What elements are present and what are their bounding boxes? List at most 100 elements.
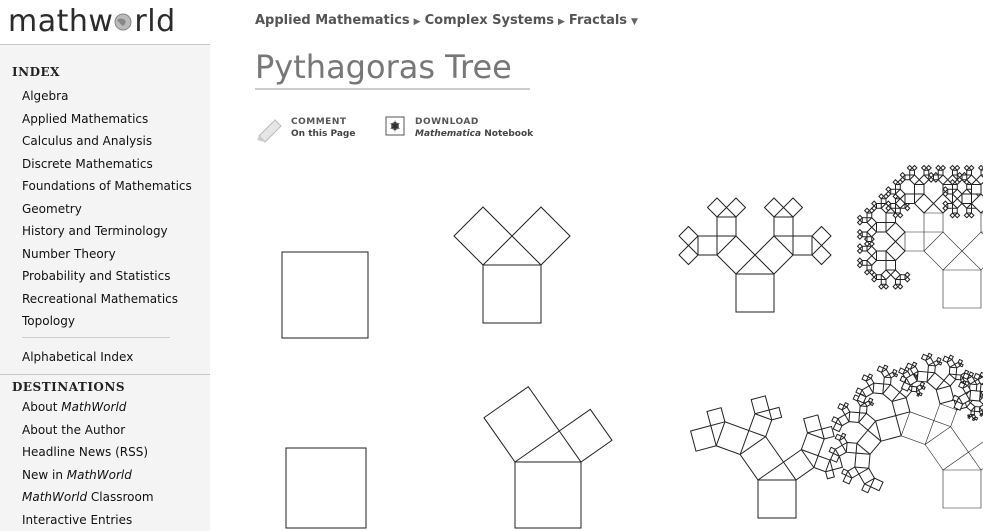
tree-square (858, 220, 863, 225)
tree-square (912, 362, 916, 366)
tree-square (849, 412, 860, 423)
tree-square (867, 237, 872, 242)
tree-square (862, 484, 871, 493)
tree-square (924, 213, 943, 232)
tree-square (727, 198, 746, 217)
tree-square (858, 215, 863, 220)
tree-square (884, 377, 891, 384)
tree-square (949, 367, 956, 374)
tree-square (865, 208, 870, 213)
tree-square (879, 284, 884, 289)
tree-square (900, 173, 905, 178)
tree-square (872, 277, 877, 282)
tree-square (912, 166, 917, 171)
tree-square (924, 170, 929, 175)
tree-square (707, 408, 725, 426)
tree-square (858, 234, 863, 239)
tree-square (826, 470, 835, 479)
tree-square (938, 175, 948, 185)
tree-square (862, 232, 867, 237)
tree-square (950, 166, 955, 171)
tree-square (862, 246, 867, 251)
tree-square (972, 185, 982, 195)
pythagoras-tree-r2-c1 (286, 448, 366, 528)
tree-square (784, 198, 803, 217)
tree-square (949, 355, 953, 359)
tree-square (801, 433, 824, 456)
tree-square (905, 175, 910, 180)
tree-square (948, 189, 953, 194)
tree-square (867, 265, 872, 270)
tree-square (758, 480, 796, 518)
tree-square (936, 166, 941, 171)
tree-square (972, 194, 983, 213)
tree-square (856, 388, 862, 394)
tree-square (877, 251, 887, 261)
tree-square (910, 170, 915, 175)
tree-square (867, 213, 872, 218)
tree-square (955, 166, 960, 171)
tree-square (969, 440, 983, 470)
pythagoras-tree-r1-c1 (282, 252, 368, 338)
tree-square (975, 407, 980, 412)
tree-square (717, 217, 736, 236)
main-content: Applied Mathematics▶Complex Systems▶Frac… (255, 0, 983, 530)
tree-square (884, 284, 889, 289)
tree-square (858, 244, 863, 249)
tree-square (879, 194, 884, 199)
tree-square (716, 422, 749, 455)
pythagoras-tree-figures (0, 0, 983, 530)
tree-square (934, 175, 939, 180)
tree-square (868, 398, 872, 402)
tree-square (454, 207, 512, 265)
tree-square (812, 227, 831, 246)
tree-square (917, 371, 928, 382)
tree-square (979, 166, 983, 171)
tree-square (922, 166, 927, 171)
tree-square (877, 204, 882, 209)
pythagoras-tree-r1-c2 (454, 207, 570, 323)
tree-square (969, 166, 974, 171)
tree-square (910, 175, 920, 185)
tree-square (871, 478, 883, 491)
tree-square (953, 208, 958, 213)
tree-square (937, 358, 941, 362)
tree-square (886, 223, 905, 242)
tree-square (740, 437, 783, 480)
tree-square (858, 249, 863, 254)
tree-square (886, 242, 905, 261)
tree-square (860, 406, 867, 413)
tree-square (841, 433, 845, 437)
tree-square (915, 185, 925, 195)
tree-square (944, 374, 956, 386)
tree-square (915, 194, 934, 213)
tree-square (891, 270, 901, 280)
tree-square (708, 198, 727, 217)
tree-square (512, 207, 570, 265)
tree-square (881, 199, 886, 204)
pythagoras-tree-r2-c2 (484, 387, 612, 528)
tree-square (862, 218, 867, 223)
tree-square (953, 170, 958, 175)
tree-square (939, 362, 942, 365)
tree-square (858, 263, 863, 268)
tree-square (877, 223, 887, 233)
tree-square (924, 232, 962, 270)
pythagoras-tree-r1-c3 (679, 198, 831, 312)
tree-square (872, 201, 877, 206)
tree-square (928, 353, 932, 357)
tree-square (844, 403, 848, 407)
pythagoras-tree-r1-c4 (858, 166, 983, 309)
tree-square (962, 232, 983, 270)
tree-square (886, 187, 891, 192)
tree-square (898, 284, 903, 289)
pythagoras-tree-r2-c3 (691, 396, 843, 518)
tree-square (965, 381, 969, 385)
tree-square (901, 412, 934, 445)
tree-square (857, 430, 881, 454)
tree-square (926, 166, 931, 171)
tree-square (943, 270, 981, 308)
tree-square (950, 213, 955, 218)
tree-square (980, 414, 982, 416)
tree-square (893, 284, 898, 289)
